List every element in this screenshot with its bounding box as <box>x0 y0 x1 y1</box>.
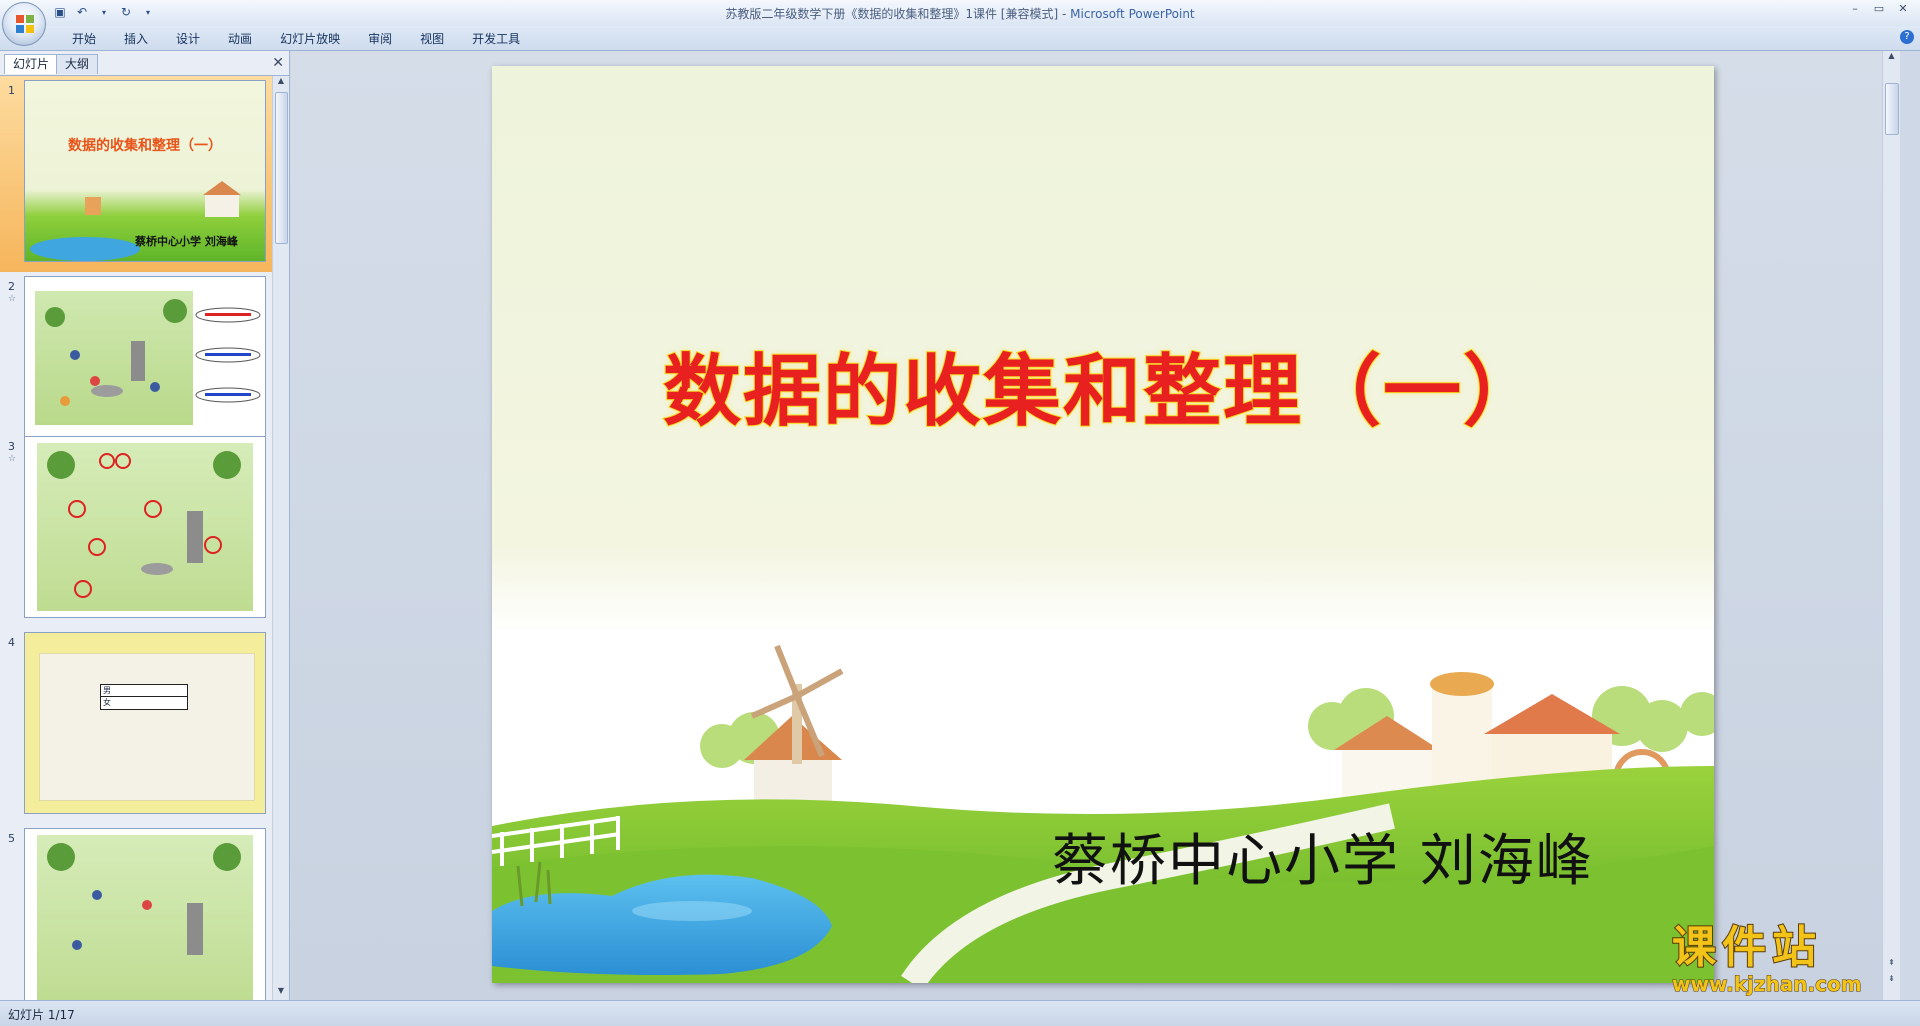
slide-number: 2 <box>8 280 15 293</box>
help-icon[interactable]: ? <box>1900 30 1914 44</box>
thumbnail-illustration <box>35 291 193 425</box>
scroll-thumb[interactable] <box>1885 83 1899 135</box>
close-pane-icon[interactable]: ✕ <box>272 55 284 71</box>
tab-home[interactable]: 开始 <box>58 30 110 48</box>
thumbnail-table: 男 女 <box>100 684 188 710</box>
slide-editing-area: 数据的收集和整理（一） 蔡桥中心小学 刘海峰 ▲ ⇞ ⇟ <box>291 51 1900 1000</box>
watermark-title: 课件站 <box>1671 922 1822 973</box>
animation-star-icon: ☆ <box>8 454 17 464</box>
thumbnail-content-box: 男 女 <box>39 653 255 801</box>
table-row: 女 <box>103 698 111 707</box>
maximize-button[interactable]: ▭ <box>1868 2 1890 18</box>
close-window-button[interactable]: ✕ <box>1892 2 1914 18</box>
watermark-logo: 课件站 www.kjzhan.com <box>1671 922 1912 1000</box>
thumbnail-illustration <box>37 443 253 611</box>
application-name: Microsoft PowerPoint <box>1070 7 1195 21</box>
status-bar: 幻灯片 1/17 <box>0 1000 1920 1026</box>
ribbon-tabs: 开始 插入 设计 动画 幻灯片放映 审阅 视图 开发工具 ? <box>0 26 1920 51</box>
thumbnail-preview <box>24 276 266 458</box>
slide-title[interactable]: 数据的收集和整理（一） <box>492 329 1714 441</box>
tab-insert[interactable]: 插入 <box>110 30 162 48</box>
thumbnail-preview: 数据的收集和整理（一） 蔡桥中心小学 刘海峰 <box>24 80 266 262</box>
slide-number: 3 <box>8 440 15 453</box>
slides-panel: 幻灯片 大纲 ✕ 1 数据的收集和整理（一） 蔡桥中心小学 刘海峰 2 ☆ 3 … <box>0 51 290 1000</box>
scroll-up-icon[interactable]: ▲ <box>273 76 289 90</box>
document-title: 苏教版二年级数学下册《数据的收集和整理》1课件 [兼容模式] <box>725 7 1059 21</box>
table-row: 男 <box>101 685 187 697</box>
scroll-down-icon[interactable]: ▼ <box>273 986 289 1000</box>
tab-review[interactable]: 审阅 <box>354 30 406 48</box>
scroll-thumb[interactable] <box>275 92 288 244</box>
thumbnail-title: 数据的收集和整理（一） <box>68 138 222 154</box>
thumbnail-list: 1 数据的收集和整理（一） 蔡桥中心小学 刘海峰 2 ☆ 3 ☆ 4 男 女 5 <box>0 76 274 1000</box>
watermark-url: www.kjzhan.com <box>1672 972 1863 997</box>
current-slide[interactable]: 数据的收集和整理（一） 蔡桥中心小学 刘海峰 <box>492 66 1714 983</box>
tab-developer[interactable]: 开发工具 <box>458 30 534 48</box>
animation-star-icon: ☆ <box>8 294 17 304</box>
minimize-button[interactable]: – <box>1844 2 1866 18</box>
tab-view[interactable]: 视图 <box>406 30 458 48</box>
slide-thumbnail-4[interactable]: 4 男 女 <box>0 628 274 824</box>
title-separator: - <box>1058 7 1071 21</box>
tab-animations[interactable]: 动画 <box>214 30 266 48</box>
slide-number: 1 <box>8 84 15 97</box>
slide-number: 4 <box>8 636 15 649</box>
tab-slideshow[interactable]: 幻灯片放映 <box>266 30 354 48</box>
slide-thumbnail-3[interactable]: 3 ☆ <box>0 432 274 628</box>
thumbnail-preview <box>24 828 266 1000</box>
tab-design[interactable]: 设计 <box>162 30 214 48</box>
slide-scrollbar[interactable]: ▲ ⇞ ⇟ <box>1882 51 1900 1000</box>
tab-slides[interactable]: 幻灯片 <box>4 54 59 74</box>
slide-thumbnail-1[interactable]: 1 数据的收集和整理（一） 蔡桥中心小学 刘海峰 <box>0 76 274 272</box>
slide-indicator: 幻灯片 1/17 <box>8 1008 75 1022</box>
slide-author[interactable]: 蔡桥中心小学 刘海峰 <box>1052 816 1594 897</box>
window-title: 苏教版二年级数学下册《数据的收集和整理》1课件 [兼容模式] - Microso… <box>0 5 1920 22</box>
thumbnail-preview: 男 女 <box>24 632 266 814</box>
office-button[interactable] <box>2 2 46 46</box>
thumbnail-scrollbar[interactable]: ▲ ▼ <box>272 76 289 1000</box>
office-logo-icon <box>16 15 34 33</box>
title-bar: ▣ ↶ ▾ ↻ ▾ 苏教版二年级数学下册《数据的收集和整理》1课件 [兼容模式]… <box>0 0 1920 26</box>
tab-outline[interactable]: 大纲 <box>56 54 99 74</box>
slide-number: 5 <box>8 832 15 845</box>
thumbnail-illustration <box>37 835 253 1000</box>
slide-thumbnail-5[interactable]: 5 <box>0 824 274 1000</box>
scroll-up-icon[interactable]: ▲ <box>1883 51 1900 65</box>
thumbnail-author: 蔡桥中心小学 刘海峰 <box>135 235 238 248</box>
thumbnail-preview <box>24 436 266 618</box>
